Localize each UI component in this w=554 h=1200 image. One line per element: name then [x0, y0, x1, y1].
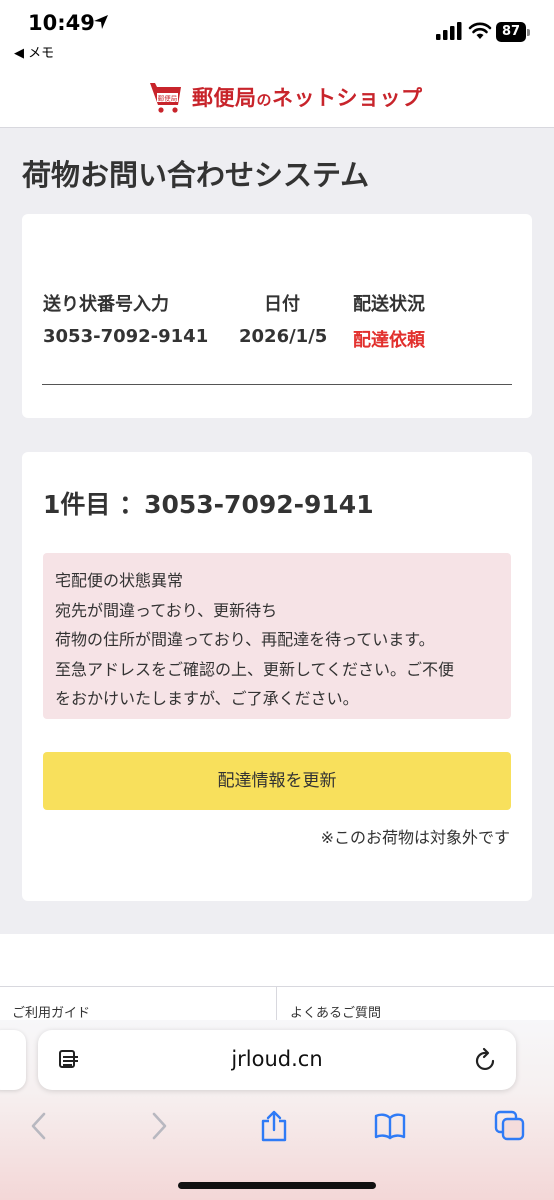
- reload-icon[interactable]: [474, 1047, 498, 1073]
- battery-level: 87: [496, 22, 526, 42]
- delivery-status-value: 配達依頼: [353, 330, 425, 351]
- shopping-cart-icon: 郵便局: [150, 83, 181, 113]
- main-content: 荷物お問い合わせシステム 送り状番号入力 日付 配送状況 3053-7092-9…: [0, 128, 554, 934]
- tracking-number-header: 送り状番号入力: [43, 294, 169, 315]
- status-alert: 宅配便の状態異常 宛先が間違っており、更新待ち 荷物の住所が間違っており、再配達…: [43, 553, 511, 719]
- update-delivery-info-button[interactable]: 配達情報を更新: [43, 752, 511, 810]
- browser-toolbar: jrloud.cn: [0, 1020, 554, 1200]
- exclusion-note: ※このお荷物は対象外です: [320, 828, 510, 847]
- bookmarks-icon[interactable]: [374, 1110, 406, 1142]
- status-bar: 10:49 ◀ メモ 87: [0, 0, 554, 66]
- footer-link-guide[interactable]: ご利用ガイド: [12, 1002, 90, 1021]
- battery-icon: 87: [496, 22, 530, 42]
- status-header: 配送状況: [353, 294, 425, 315]
- alert-line: 宅配便の状態異常: [55, 571, 184, 590]
- page-title: 荷物お問い合わせシステム: [22, 158, 370, 192]
- share-icon[interactable]: [258, 1110, 290, 1142]
- alert-line: をおかけいたしますが、ご了承ください。: [55, 689, 359, 708]
- site-header: 郵便局 郵便局のネットショップ: [0, 66, 554, 128]
- item-title: 1件目 ：3053-7092-9141: [43, 490, 374, 519]
- svg-text:郵便局: 郵便局: [158, 94, 178, 103]
- url-text: jrloud.cn: [231, 1047, 323, 1071]
- back-to-app-link[interactable]: ◀ メモ: [14, 42, 54, 61]
- tracking-number-value: 3053-7092-9141: [43, 326, 209, 347]
- previous-tab-preview[interactable]: [0, 1030, 26, 1090]
- logo-text: 郵便局のネットショップ: [192, 86, 423, 110]
- back-icon[interactable]: [24, 1110, 56, 1142]
- location-arrow-icon: [94, 15, 108, 29]
- cellular-signal-icon: [436, 22, 462, 40]
- home-indicator: [178, 1182, 376, 1189]
- site-logo[interactable]: 郵便局 郵便局のネットショップ: [148, 80, 423, 114]
- forward-icon[interactable]: [142, 1110, 174, 1142]
- detail-card: 1件目 ：3053-7092-9141 宅配便の状態異常 宛先が間違っており、更…: [22, 452, 532, 901]
- date-header: 日付: [264, 294, 300, 315]
- tabs-icon[interactable]: [494, 1110, 526, 1142]
- footer-link-faq[interactable]: よくあるご質問: [290, 1002, 381, 1021]
- divider: [42, 384, 512, 385]
- alert-line: 至急アドレスをご確認の上、更新してください。ご不便: [55, 659, 455, 679]
- address-bar[interactable]: jrloud.cn: [38, 1030, 516, 1090]
- clock: 10:49: [28, 11, 95, 35]
- alert-line: 宛先が間違っており、更新待ち: [55, 600, 278, 620]
- wifi-icon: [468, 22, 492, 39]
- footer-links: ご利用ガイド よくあるご質問: [0, 986, 554, 1025]
- alert-line: 荷物の住所が間違っており、再配達を待っています。: [55, 630, 435, 649]
- summary-card: 送り状番号入力 日付 配送状況 3053-7092-9141 2026/1/5 …: [22, 214, 532, 418]
- date-value: 2026/1/5: [239, 326, 328, 347]
